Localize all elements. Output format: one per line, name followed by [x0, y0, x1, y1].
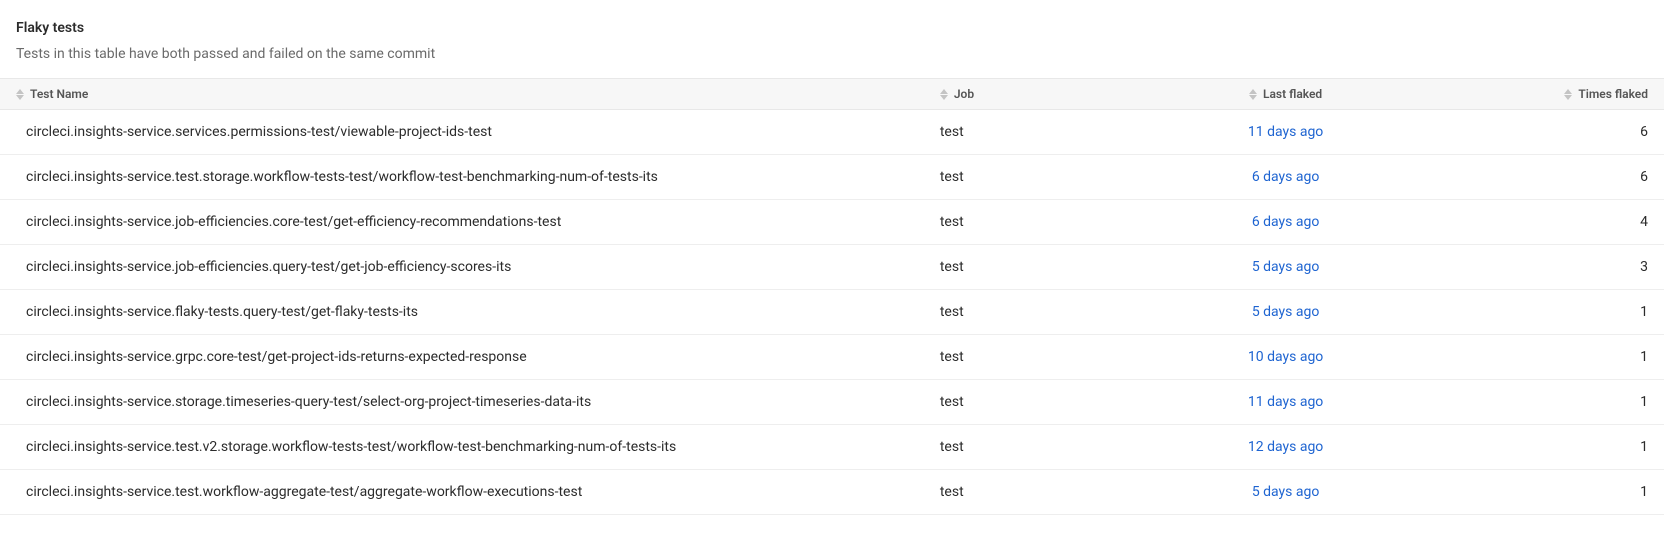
panel-subtitle: Tests in this table have both passed and…: [16, 46, 1648, 62]
cell-test-name: circleci.insights-service.job-efficienci…: [0, 200, 932, 245]
last-flaked-link[interactable]: 5 days ago: [1252, 304, 1320, 320]
cell-job: test: [932, 380, 1165, 425]
table-row[interactable]: circleci.insights-service.job-efficienci…: [0, 245, 1664, 290]
col-header-times-flaked[interactable]: Times flaked: [1414, 79, 1664, 110]
last-flaked-link[interactable]: 10 days ago: [1248, 349, 1323, 365]
cell-last-flaked: 11 days ago: [1165, 380, 1415, 425]
panel-title: Flaky tests: [16, 20, 1648, 36]
cell-times-flaked: 1: [1414, 290, 1664, 335]
cell-last-flaked: 6 days ago: [1165, 155, 1415, 200]
cell-times-flaked: 1: [1414, 335, 1664, 380]
last-flaked-link[interactable]: 5 days ago: [1252, 484, 1320, 500]
cell-last-flaked: 11 days ago: [1165, 110, 1415, 155]
col-header-last-flaked[interactable]: Last flaked: [1165, 79, 1415, 110]
cell-test-name: circleci.insights-service.services.permi…: [0, 110, 932, 155]
sort-icon: [1249, 89, 1257, 100]
last-flaked-link[interactable]: 6 days ago: [1252, 169, 1320, 185]
cell-times-flaked: 1: [1414, 380, 1664, 425]
cell-job: test: [932, 470, 1165, 515]
cell-job: test: [932, 425, 1165, 470]
last-flaked-link[interactable]: 11 days ago: [1248, 124, 1323, 140]
cell-test-name: circleci.insights-service.flaky-tests.qu…: [0, 290, 932, 335]
cell-test-name: circleci.insights-service.test.storage.w…: [0, 155, 932, 200]
col-label: Test Name: [30, 87, 88, 101]
cell-job: test: [932, 155, 1165, 200]
cell-times-flaked: 6: [1414, 110, 1664, 155]
flaky-tests-panel: Flaky tests Tests in this table have bot…: [0, 0, 1664, 515]
sort-icon: [1564, 89, 1572, 100]
last-flaked-link[interactable]: 6 days ago: [1252, 214, 1320, 230]
cell-times-flaked: 3: [1414, 245, 1664, 290]
sort-icon: [940, 89, 948, 100]
cell-test-name: circleci.insights-service.test.workflow-…: [0, 470, 932, 515]
col-header-job[interactable]: Job: [932, 79, 1165, 110]
table-row[interactable]: circleci.insights-service.grpc.core-test…: [0, 335, 1664, 380]
cell-job: test: [932, 245, 1165, 290]
cell-test-name: circleci.insights-service.test.v2.storag…: [0, 425, 932, 470]
cell-test-name: circleci.insights-service.job-efficienci…: [0, 245, 932, 290]
cell-test-name: circleci.insights-service.grpc.core-test…: [0, 335, 932, 380]
cell-job: test: [932, 290, 1165, 335]
last-flaked-link[interactable]: 12 days ago: [1248, 439, 1323, 455]
table-row[interactable]: circleci.insights-service.storage.timese…: [0, 380, 1664, 425]
col-header-test-name[interactable]: Test Name: [0, 79, 932, 110]
cell-times-flaked: 6: [1414, 155, 1664, 200]
cell-last-flaked: 10 days ago: [1165, 335, 1415, 380]
cell-last-flaked: 5 days ago: [1165, 470, 1415, 515]
table-row[interactable]: circleci.insights-service.flaky-tests.qu…: [0, 290, 1664, 335]
table-row[interactable]: circleci.insights-service.job-efficienci…: [0, 200, 1664, 245]
last-flaked-link[interactable]: 11 days ago: [1248, 394, 1323, 410]
col-label: Job: [954, 87, 974, 101]
table-body: circleci.insights-service.services.permi…: [0, 110, 1664, 515]
cell-times-flaked: 4: [1414, 200, 1664, 245]
col-label: Times flaked: [1578, 87, 1648, 101]
table-row[interactable]: circleci.insights-service.services.permi…: [0, 110, 1664, 155]
panel-header: Flaky tests Tests in this table have bot…: [0, 0, 1664, 78]
cell-test-name: circleci.insights-service.storage.timese…: [0, 380, 932, 425]
table-row[interactable]: circleci.insights-service.test.storage.w…: [0, 155, 1664, 200]
cell-last-flaked: 5 days ago: [1165, 290, 1415, 335]
col-label: Last flaked: [1263, 87, 1322, 101]
cell-last-flaked: 6 days ago: [1165, 200, 1415, 245]
flaky-tests-table: Test Name Job: [0, 78, 1664, 515]
table-row[interactable]: circleci.insights-service.test.v2.storag…: [0, 425, 1664, 470]
cell-last-flaked: 12 days ago: [1165, 425, 1415, 470]
table-head: Test Name Job: [0, 79, 1664, 110]
cell-times-flaked: 1: [1414, 425, 1664, 470]
cell-last-flaked: 5 days ago: [1165, 245, 1415, 290]
cell-job: test: [932, 335, 1165, 380]
cell-times-flaked: 1: [1414, 470, 1664, 515]
last-flaked-link[interactable]: 5 days ago: [1252, 259, 1320, 275]
table-row[interactable]: circleci.insights-service.test.workflow-…: [0, 470, 1664, 515]
cell-job: test: [932, 200, 1165, 245]
sort-icon: [16, 89, 24, 100]
cell-job: test: [932, 110, 1165, 155]
